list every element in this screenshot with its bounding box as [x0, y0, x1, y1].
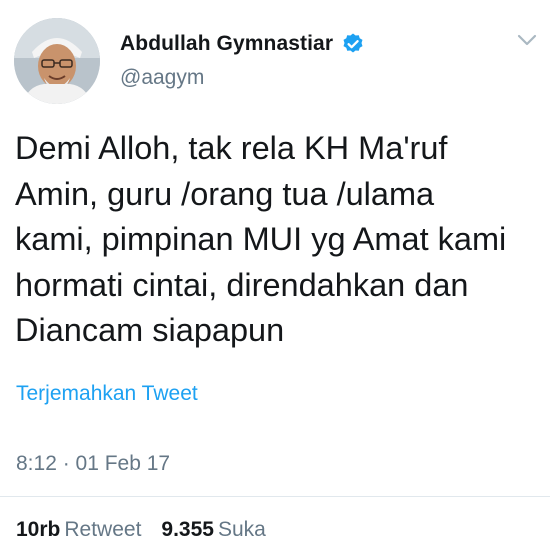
retweets-stat[interactable]: 10rb Retweet	[16, 518, 141, 542]
likes-stat[interactable]: 9.355 Suka	[161, 518, 265, 542]
divider	[0, 496, 550, 497]
likes-label: Suka	[217, 518, 266, 541]
likes-count: 9.355	[161, 518, 214, 541]
tweet-stats: 10rb Retweet 9.355 Suka	[16, 518, 266, 542]
retweets-count: 10rb	[16, 518, 61, 541]
retweets-label: Retweet	[64, 518, 142, 541]
author-name[interactable]: Abdullah Gymnastiar	[120, 32, 333, 56]
avatar[interactable]	[14, 18, 100, 104]
avatar-image	[14, 18, 100, 104]
translate-tweet-link[interactable]: Terjemahkan Tweet	[16, 382, 198, 406]
tweet-timestamp[interactable]: 8:12 · 01 Feb 17	[16, 452, 170, 476]
tweet-text: Demi Alloh, tak rela KH Ma'ruf Amin, gur…	[15, 130, 507, 348]
verified-badge-icon	[341, 32, 365, 56]
author-row: Abdullah Gymnastiar	[120, 32, 365, 56]
author-handle[interactable]: @aagym	[120, 66, 204, 90]
chevron-down-icon[interactable]	[514, 30, 540, 50]
